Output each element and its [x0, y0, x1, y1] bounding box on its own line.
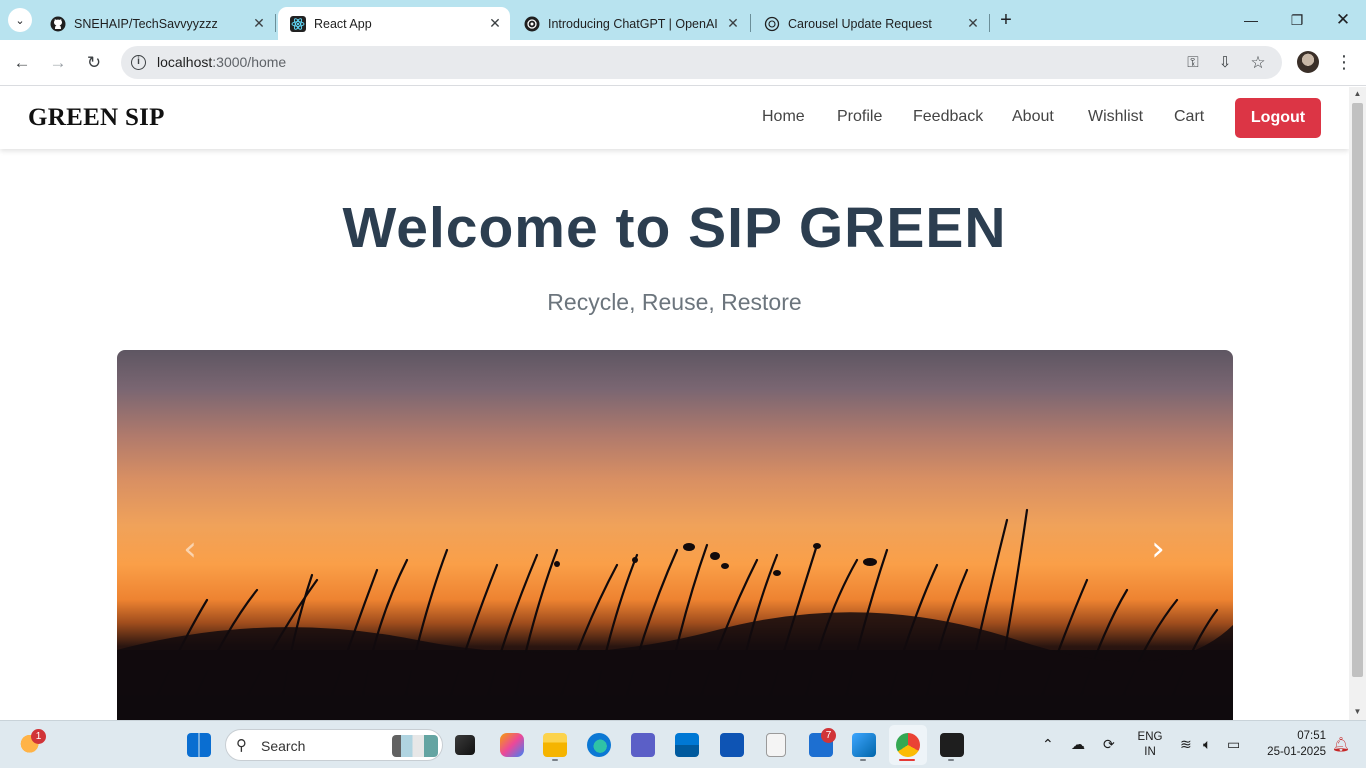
close-tab-icon[interactable]: ✕	[964, 15, 982, 32]
close-tab-icon[interactable]: ✕	[724, 15, 742, 32]
close-tab-icon[interactable]: ✕	[486, 15, 504, 32]
hero-subtitle: Recycle, Reuse, Restore	[547, 289, 802, 315]
chevron-right-icon[interactable]: ›	[1143, 532, 1173, 566]
tab-separator	[275, 14, 276, 32]
scroll-down-arrow-icon[interactable]: ▼	[1353, 707, 1362, 716]
brand-logo[interactable]: GREEN SIP	[28, 104, 165, 132]
password-key-icon[interactable]: ⚿	[1183, 53, 1203, 73]
restore-icon[interactable]: ❐	[1282, 8, 1312, 32]
url-text[interactable]: localhost:3000/home	[157, 54, 286, 70]
chrome-icon[interactable]	[896, 733, 920, 757]
language-region[interactable]: IN	[1133, 746, 1167, 758]
browser-tab-strip: ⌄ SNEHAIP/TechSavvyyzzz ✕ React App ✕ In…	[0, 0, 1366, 40]
battery-icon[interactable]: ▭	[1227, 736, 1240, 753]
nav-link-cart[interactable]: Cart	[1174, 108, 1204, 126]
running-indicator	[860, 759, 866, 761]
openai-icon	[524, 16, 540, 31]
language-code[interactable]: ENG	[1133, 731, 1167, 743]
tab-title: Introducing ChatGPT | OpenAI	[548, 16, 718, 31]
tab-title: SNEHAIP/TechSavvyyzzz	[74, 16, 218, 31]
show-hidden-icons-chevron-icon[interactable]: ⌃	[1042, 736, 1054, 753]
hero-title: Welcome to SIP GREEN	[342, 196, 1007, 260]
active-indicator	[899, 759, 915, 761]
tab-title: Carousel Update Request	[788, 16, 932, 31]
tab-separator	[989, 14, 990, 32]
notification-bell-icon[interactable]: 🔔︎	[1332, 736, 1350, 753]
vscode-icon[interactable]	[852, 733, 876, 757]
url-path: :3000/home	[212, 54, 287, 70]
logout-button[interactable]: Logout	[1235, 98, 1321, 138]
microsoft-store-icon[interactable]	[675, 733, 699, 757]
page-scrollbar[interactable]: ▲ ▼	[1349, 87, 1366, 720]
app-navbar: GREEN SIP Home Profile Feedback About Wi…	[0, 87, 1349, 149]
browser-menu-icon[interactable]: ⋮	[1334, 51, 1354, 73]
back-arrow-icon[interactable]: ←	[11, 52, 33, 74]
tab-react-app[interactable]: React App ✕	[278, 7, 510, 40]
tab-separator	[750, 14, 751, 32]
windows-taskbar: 1 ⚲ Search 7 ⌃ ☁ ⟳ ENG IN ≋ 🔈︎ ▭ 07:51 2…	[0, 720, 1366, 768]
file-explorer-icon[interactable]	[543, 733, 567, 757]
nav-link-about[interactable]: About	[1012, 108, 1054, 126]
copilot-icon[interactable]	[500, 733, 524, 757]
new-tab-plus-icon[interactable]: +	[995, 9, 1017, 31]
close-window-icon[interactable]: ✕	[1328, 8, 1358, 32]
url-host: localhost	[157, 54, 213, 70]
scroll-up-arrow-icon[interactable]: ▲	[1353, 89, 1362, 98]
reload-icon[interactable]: ↻	[83, 52, 105, 74]
close-tab-icon[interactable]: ✕	[250, 15, 268, 32]
visual-studio-app-icon[interactable]	[720, 733, 744, 757]
search-label: Search	[261, 738, 306, 754]
tab-carousel-update-request[interactable]: Carousel Update Request ✕	[752, 7, 988, 40]
wifi-icon[interactable]: ≋	[1180, 736, 1192, 753]
page-viewport: GREEN SIP Home Profile Feedback About Wi…	[0, 87, 1349, 720]
running-indicator	[552, 759, 558, 761]
tab-title: React App	[314, 16, 372, 31]
carousel-slide-image	[117, 508, 1233, 720]
teams-icon[interactable]	[631, 733, 655, 757]
nav-link-feedback[interactable]: Feedback	[913, 108, 983, 126]
chevron-left-icon[interactable]: ‹	[175, 532, 205, 566]
scrollbar-thumb[interactable]	[1352, 103, 1363, 677]
running-indicator	[948, 759, 954, 761]
carousel: ‹ ›	[117, 350, 1233, 720]
tab-search-chevron-icon[interactable]: ⌄	[8, 8, 32, 32]
install-app-icon[interactable]: ⇩	[1215, 53, 1235, 73]
nav-link-wishlist[interactable]: Wishlist	[1088, 108, 1143, 126]
nav-link-home[interactable]: Home	[762, 108, 805, 126]
notepad-icon[interactable]	[766, 733, 786, 757]
tab-github[interactable]: SNEHAIP/TechSavvyyzzz ✕	[38, 7, 274, 40]
clock-date[interactable]: 25-01-2025	[1258, 746, 1326, 758]
site-info-icon[interactable]: i	[131, 55, 146, 70]
terminal-icon[interactable]	[940, 733, 964, 757]
openai-icon	[764, 16, 780, 31]
edge-icon[interactable]	[587, 733, 611, 757]
tab-introducing-chatgpt[interactable]: Introducing ChatGPT | OpenAI ✕	[512, 7, 748, 40]
outlook-badge: 7	[821, 728, 836, 743]
browser-toolbar: ← → ↻ i localhost:3000/home ⚿ ⇩ ☆ ⋮	[0, 40, 1366, 86]
taskbar-search-box[interactable]: ⚲ Search	[225, 729, 443, 761]
clock-time[interactable]: 07:51	[1258, 730, 1326, 742]
search-highlight-image	[392, 735, 438, 757]
onedrive-icon[interactable]: ☁	[1071, 736, 1085, 753]
address-bar[interactable]: i localhost:3000/home ⚿ ⇩ ☆	[121, 46, 1282, 79]
nav-link-profile[interactable]: Profile	[837, 108, 882, 126]
sync-icon[interactable]: ⟳	[1103, 736, 1115, 753]
profile-avatar[interactable]	[1297, 51, 1319, 73]
forward-arrow-icon[interactable]: →	[47, 52, 69, 74]
react-icon	[290, 15, 306, 32]
volume-icon[interactable]: 🔈︎	[1203, 736, 1211, 753]
windows-start-icon[interactable]	[187, 733, 211, 757]
search-icon: ⚲	[236, 737, 247, 754]
bookmark-star-icon[interactable]: ☆	[1248, 53, 1268, 73]
minimize-icon[interactable]: —	[1236, 8, 1266, 32]
task-view-icon[interactable]	[455, 735, 475, 755]
weather-badge: 1	[31, 729, 46, 744]
github-icon	[50, 16, 66, 31]
